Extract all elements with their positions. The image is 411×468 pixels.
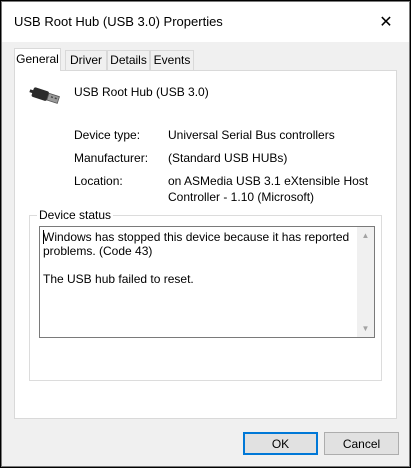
- window-title: USB Root Hub (USB 3.0) Properties: [14, 14, 223, 29]
- usb-connector-icon: [29, 87, 60, 104]
- cancel-button[interactable]: Cancel: [324, 432, 399, 455]
- ok-button[interactable]: OK: [243, 432, 318, 455]
- location-value: on ASMedia USB 3.1 eXtensible Host Contr…: [168, 174, 369, 204]
- scroll-down-icon[interactable]: ▼: [357, 320, 374, 337]
- manufacturer-label: Manufacturer:: [74, 151, 149, 165]
- general-tab-panel: USB Root Hub (USB 3.0) Device type: Univ…: [14, 70, 397, 419]
- tab-details[interactable]: Details: [107, 50, 150, 70]
- location-label: Location:: [74, 174, 123, 188]
- device-type-label: Device type:: [74, 128, 141, 142]
- device-name: USB Root Hub (USB 3.0): [74, 85, 209, 99]
- title-bar[interactable]: USB Root Hub (USB 3.0) Properties ✕: [2, 2, 409, 42]
- device-status-legend: Device status: [37, 208, 114, 222]
- scroll-up-icon[interactable]: ▲: [357, 227, 374, 244]
- device-status-group: Device status Windows has stopped this d…: [29, 208, 382, 381]
- close-icon[interactable]: ✕: [363, 2, 409, 42]
- status-scrollbar[interactable]: ▲ ▼: [357, 227, 374, 337]
- tab-driver[interactable]: Driver: [65, 50, 107, 70]
- device-type-value: Universal Serial Bus controllers: [168, 128, 335, 142]
- manufacturer-value: (Standard USB HUBs): [168, 151, 288, 165]
- properties-window: USB Root Hub (USB 3.0) Properties ✕ Gene…: [1, 1, 410, 467]
- device-status-textbox[interactable]: Windows has stopped this device because …: [39, 226, 375, 338]
- text-caret: [43, 230, 44, 244]
- tab-events[interactable]: Events: [150, 50, 194, 70]
- device-status-text: Windows has stopped this device because …: [43, 230, 350, 286]
- tab-general[interactable]: General: [14, 48, 61, 71]
